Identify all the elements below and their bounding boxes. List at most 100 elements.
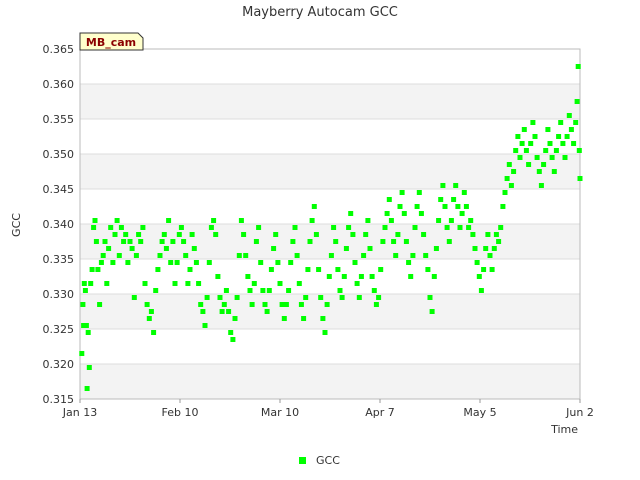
data-point <box>204 295 210 300</box>
data-point <box>566 113 572 118</box>
data-point <box>146 316 152 321</box>
data-point <box>217 295 223 300</box>
data-point <box>446 239 452 244</box>
data-point <box>262 302 268 307</box>
x-tick-label: Apr 7 <box>365 406 395 419</box>
data-point <box>455 204 461 209</box>
data-point <box>354 281 360 286</box>
data-point <box>82 288 88 293</box>
data-point <box>427 295 433 300</box>
data-point <box>116 253 122 258</box>
data-point <box>517 155 523 160</box>
data-point <box>562 155 568 160</box>
data-point <box>208 225 214 230</box>
data-point <box>129 246 135 251</box>
data-point <box>275 260 281 265</box>
data-point <box>558 120 564 125</box>
data-point <box>528 141 534 146</box>
data-point <box>403 239 409 244</box>
data-point <box>86 365 92 370</box>
data-point <box>472 246 478 251</box>
data-point <box>110 260 116 265</box>
legend-swatch <box>299 457 306 464</box>
data-point <box>508 183 514 188</box>
data-point <box>97 302 103 307</box>
data-point <box>181 239 187 244</box>
data-point <box>534 155 540 160</box>
data-point <box>279 302 285 307</box>
data-point <box>388 218 394 223</box>
data-point <box>114 218 120 223</box>
data-point <box>121 239 127 244</box>
data-point <box>549 155 555 160</box>
data-point <box>530 120 536 125</box>
data-point <box>382 225 388 230</box>
data-point <box>373 302 379 307</box>
data-point <box>429 309 435 314</box>
data-point <box>320 316 326 321</box>
data-point <box>313 232 319 237</box>
x-tick-label: Jan 13 <box>62 406 97 419</box>
data-point <box>100 253 106 258</box>
data-point <box>386 197 392 202</box>
data-point <box>309 218 315 223</box>
data-point <box>236 253 242 258</box>
data-point <box>286 288 292 293</box>
data-point <box>189 232 195 237</box>
data-point <box>258 260 264 265</box>
data-point <box>112 232 118 237</box>
data-point <box>519 141 525 146</box>
data-point <box>361 253 367 258</box>
data-point <box>92 218 98 223</box>
data-point <box>301 316 307 321</box>
data-point <box>281 316 287 321</box>
data-point <box>234 295 240 300</box>
data-point <box>363 232 369 237</box>
data-point <box>256 225 262 230</box>
x-tick-label: Jun 2 <box>565 406 594 419</box>
data-point <box>191 246 197 251</box>
data-point <box>294 253 300 258</box>
data-point <box>168 260 174 265</box>
data-point <box>288 260 294 265</box>
plot-band <box>80 364 580 399</box>
data-point <box>84 386 90 391</box>
data-point <box>502 190 508 195</box>
data-point <box>399 190 405 195</box>
data-point <box>448 218 454 223</box>
legend: GCC <box>299 454 340 467</box>
data-point <box>463 204 469 209</box>
data-point <box>485 232 491 237</box>
plot-band <box>80 84 580 119</box>
data-point <box>187 267 193 272</box>
data-point <box>185 281 191 286</box>
data-point <box>397 204 403 209</box>
data-point <box>493 232 499 237</box>
data-point <box>296 281 302 286</box>
data-point <box>106 246 112 251</box>
data-point <box>183 253 189 258</box>
data-point <box>496 239 502 244</box>
x-axis-ticks: Jan 13 Feb 10 Mar 10 Apr 7 May 5 Jun 2 <box>62 399 594 419</box>
data-point <box>436 218 442 223</box>
y-tick-label: 0.330 <box>43 288 75 301</box>
data-point <box>198 302 204 307</box>
data-point <box>401 211 407 216</box>
camera-badge-label: MB_cam <box>86 36 136 49</box>
data-point <box>416 190 422 195</box>
data-point <box>545 127 551 132</box>
data-point <box>316 267 322 272</box>
camera-badge: MB_cam <box>79 32 144 51</box>
data-point <box>414 204 420 209</box>
data-point <box>423 253 429 258</box>
y-tick-label: 0.320 <box>43 358 75 371</box>
data-point <box>358 274 364 279</box>
data-point <box>193 260 199 265</box>
data-point <box>80 302 86 307</box>
data-point <box>483 246 489 251</box>
x-tick-label: May 5 <box>463 406 496 419</box>
data-point <box>573 120 579 125</box>
data-point <box>307 239 313 244</box>
data-point <box>376 295 382 300</box>
data-point <box>576 148 582 153</box>
